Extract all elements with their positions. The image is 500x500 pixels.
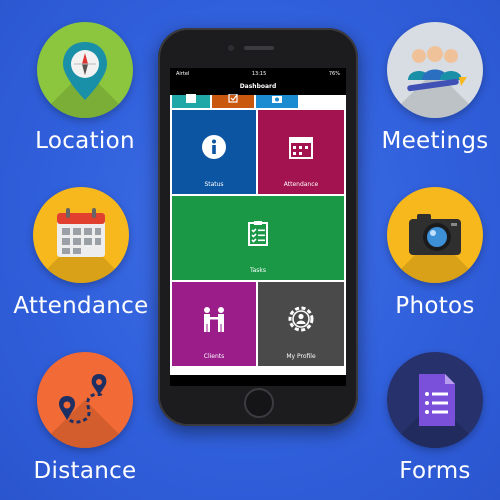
feature-label: Distance xyxy=(33,458,137,484)
earpiece-speaker xyxy=(244,46,274,50)
feature-label: Photos xyxy=(395,293,475,319)
feature-attendance: Attendance xyxy=(6,187,156,319)
handshake-icon xyxy=(204,306,224,332)
checklist-icon xyxy=(186,93,196,103)
photos-circle xyxy=(387,187,483,283)
feature-label: Forms xyxy=(399,458,471,484)
home-button[interactable] xyxy=(244,388,274,418)
tile-label: My Profile xyxy=(286,353,316,360)
tile-clients[interactable]: Clients xyxy=(172,282,256,366)
calendar-icon xyxy=(57,208,105,257)
phone-screen: Airtel 13:15 76% Dashboard Status Attend… xyxy=(170,68,346,386)
battery-label: 76% xyxy=(328,70,340,77)
info-icon xyxy=(202,134,226,159)
tile-top-3[interactable] xyxy=(256,95,298,108)
camera-icon xyxy=(272,95,282,103)
dashboard-grid: Status Attendance Tasks Clients My Profi… xyxy=(170,93,346,375)
feature-photos: Photos xyxy=(360,187,500,319)
distance-circle xyxy=(37,352,133,448)
tile-label: Attendance xyxy=(283,181,319,188)
feature-label: Attendance xyxy=(13,293,149,319)
calendar-icon xyxy=(289,136,313,159)
tile-attendance[interactable]: Attendance xyxy=(258,110,344,194)
camera-icon xyxy=(409,214,461,255)
attendance-circle xyxy=(33,187,129,283)
feature-forms: Forms xyxy=(360,352,500,484)
tile-top-1[interactable] xyxy=(172,93,210,108)
nav-title: Dashboard xyxy=(239,83,277,90)
location-circle xyxy=(37,22,133,118)
feature-label: Location xyxy=(35,128,135,154)
tile-top-2[interactable] xyxy=(212,93,254,108)
tile-label: Tasks xyxy=(249,267,267,274)
map-pin-compass-icon xyxy=(63,42,107,100)
meetings-circle xyxy=(387,22,483,118)
checkbox-icon xyxy=(228,93,238,103)
tile-label: Status xyxy=(204,181,224,188)
front-camera xyxy=(228,45,234,51)
checklist-icon xyxy=(248,220,268,246)
tile-tasks[interactable]: Tasks xyxy=(172,196,344,280)
time-label: 13:15 xyxy=(251,70,267,77)
route-icon xyxy=(59,374,107,424)
nav-bar: Dashboard xyxy=(170,79,346,95)
feature-location: Location xyxy=(10,22,160,154)
feature-meetings: Meetings xyxy=(360,22,500,154)
status-bar: Airtel 13:15 76% xyxy=(170,68,346,79)
profile-gear-icon xyxy=(288,306,314,332)
phone-mockup: Airtel 13:15 76% Dashboard Status Attend… xyxy=(158,28,358,426)
carrier-label: Airtel xyxy=(176,70,190,77)
form-document-icon xyxy=(419,374,455,426)
feature-label: Meetings xyxy=(381,128,489,154)
people-icon xyxy=(407,46,467,92)
tile-label: Clients xyxy=(203,353,225,360)
tile-status[interactable]: Status xyxy=(172,110,256,194)
feature-distance: Distance xyxy=(10,352,160,484)
tile-my-profile[interactable]: My Profile xyxy=(258,282,344,366)
forms-circle xyxy=(387,352,483,448)
